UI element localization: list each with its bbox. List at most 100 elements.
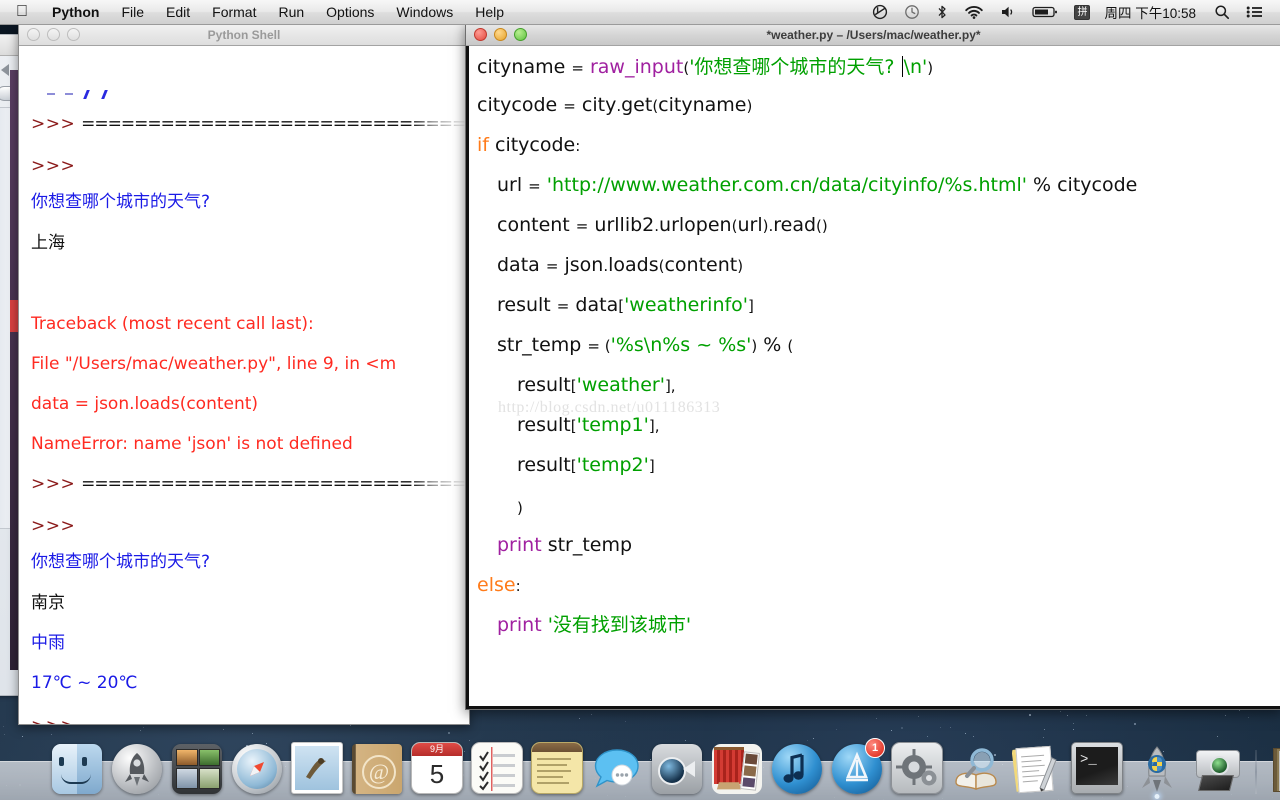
zoom-button[interactable]	[514, 28, 527, 41]
menu-item-options[interactable]: Options	[315, 4, 385, 20]
dock-item-notes[interactable]	[530, 740, 584, 794]
system-preferences-icon	[891, 742, 943, 794]
menu-item-file[interactable]: File	[110, 4, 155, 20]
wifi-icon[interactable]	[956, 4, 992, 20]
input-method-icon[interactable]: 拼	[1066, 4, 1098, 20]
itunes-icon	[772, 744, 822, 794]
python-shell-window[interactable]: Python Shell >>> =======================…	[18, 23, 470, 725]
window-controls[interactable]	[466, 28, 527, 41]
dock-item-itunes[interactable]	[770, 740, 824, 794]
dock-item-system-preferences[interactable]	[890, 740, 944, 794]
code-token-punct: ],	[648, 417, 660, 435]
shell-line-prompt-1: >>>	[31, 158, 75, 175]
menu-item-python[interactable]: Python	[41, 4, 110, 20]
shell-prompt: >>>	[31, 516, 76, 536]
code-token-plain: citycode	[1057, 174, 1138, 196]
shell-prompt: >>>	[31, 156, 76, 176]
dock-item-textedit[interactable]	[1010, 740, 1064, 794]
menu-item-edit[interactable]: Edit	[155, 4, 201, 20]
code-token-str: 'weatherinfo'	[624, 294, 749, 316]
calendar-month: 9月	[412, 743, 462, 756]
dock-item-launchpad[interactable]	[110, 740, 164, 794]
menu-item-run[interactable]: Run	[267, 4, 315, 20]
dock-item-app-store[interactable]: 1	[830, 738, 885, 794]
code-token-kw: else	[477, 574, 516, 596]
python-shell-title: Python Shell	[207, 27, 281, 42]
menu-item-windows[interactable]: Windows	[385, 4, 464, 20]
documents-stack-icon	[1270, 744, 1280, 794]
code-line-10: result['temp1'],	[517, 416, 660, 435]
code-token-plain: citycode	[477, 94, 564, 116]
zoom-button-inactive[interactable]	[67, 28, 80, 41]
code-token-punct: (	[787, 337, 794, 355]
dock-item-finder[interactable]	[50, 740, 104, 794]
code-token-punct: =	[575, 217, 589, 235]
wallpaper-star	[1072, 722, 1074, 724]
traceback-header: Traceback (most recent call last):	[31, 314, 314, 334]
dock-item-contacts[interactable]: @	[350, 740, 404, 794]
shell-line-temperature: 17℃ ~ 20℃	[31, 673, 138, 693]
dock-item-python[interactable]	[1130, 740, 1184, 799]
code-token-plain: content	[497, 214, 576, 236]
wallpaper-star	[918, 715, 920, 717]
code-token-plain: data	[497, 254, 546, 276]
scroll-left-arrow-icon[interactable]	[1, 64, 9, 76]
code-token-plain: cityname	[477, 56, 572, 78]
close-button[interactable]	[474, 28, 487, 41]
wallpaper-star	[876, 718, 878, 720]
dock-item-mail[interactable]	[290, 740, 344, 794]
dropbox-icon[interactable]	[864, 4, 896, 20]
code-token-punct: =	[545, 257, 559, 275]
code-token-plain: result	[517, 374, 571, 396]
dock-item-dictionary[interactable]	[950, 740, 1004, 794]
python-shell-output-area[interactable]: >>> ================================ RES…	[19, 46, 469, 724]
dock-item-mission-control[interactable]	[170, 740, 224, 794]
close-button-inactive[interactable]	[27, 28, 40, 41]
python-shell-titlebar[interactable]: Python Shell	[19, 24, 469, 46]
wallpaper-star	[1059, 710, 1061, 712]
dock-item-messages[interactable]	[590, 740, 644, 794]
code-token-plain: %	[1026, 174, 1058, 196]
dock-item-photo-booth[interactable]	[710, 740, 764, 794]
weather-py-editor-window[interactable]: *weather.py – /Users/mac/weather.py* cit…	[465, 23, 1280, 710]
dock-item-safari[interactable]	[230, 740, 284, 794]
time-machine-icon[interactable]	[896, 4, 928, 20]
code-token-plain: read	[773, 214, 817, 236]
launchpad-icon	[112, 744, 162, 794]
dock-item-reminders[interactable]	[470, 740, 524, 794]
code-token-plain: get	[621, 94, 653, 116]
restart-rule: ================================	[81, 114, 469, 134]
bluetooth-icon[interactable]	[928, 4, 956, 20]
code-token-plain: cityname	[658, 94, 747, 116]
dock-item-facetime[interactable]	[650, 740, 704, 794]
minimize-button[interactable]	[494, 28, 507, 41]
dock-item-calendar[interactable]: 9月 5	[410, 740, 464, 794]
dock-item-documents-stack[interactable]	[1268, 740, 1280, 794]
spotlight-search-icon[interactable]	[1206, 4, 1238, 20]
shell-prompt: >>>	[31, 114, 82, 134]
code-token-punct: ]	[748, 297, 754, 315]
shell-prompt: >>>	[31, 716, 75, 725]
dock-icons[interactable]: @ 9月 5 1 >_	[50, 732, 1280, 799]
code-token-str: 'http://www.weather.com.cn/data/cityinfo…	[546, 174, 1027, 196]
menu-item-format[interactable]: Format	[201, 4, 267, 20]
menu-bar-clock[interactable]: 周四 下午10:58	[1098, 2, 1206, 22]
notification-center-icon[interactable]	[1238, 4, 1272, 20]
editor-title: *weather.py – /Users/mac/weather.py*	[766, 27, 981, 42]
code-token-plain: result	[517, 454, 571, 476]
editor-titlebar[interactable]: *weather.py – /Users/mac/weather.py*	[466, 24, 1280, 46]
text-cursor	[901, 56, 903, 77]
dock-item-terminal[interactable]: >_	[1070, 740, 1124, 794]
code-line-11: result['temp2']	[517, 456, 655, 475]
dock[interactable]: @ 9月 5 1 >_	[0, 726, 1280, 800]
window-controls[interactable]	[19, 28, 80, 41]
dictionary-icon	[952, 744, 1002, 794]
code-token-str: '你想查哪个城市的天气?	[689, 56, 901, 78]
volume-icon[interactable]	[992, 4, 1024, 20]
menu-item-help[interactable]: Help	[464, 4, 515, 20]
apple-menu-icon[interactable]: 	[0, 4, 41, 20]
battery-icon[interactable]	[1024, 5, 1066, 19]
code-editor-area[interactable]: cityname = raw_input('你想查哪个城市的天气? \n') ci…	[466, 46, 1280, 709]
dock-item-image-capture[interactable]	[1190, 740, 1244, 794]
minimize-button-inactive[interactable]	[47, 28, 60, 41]
